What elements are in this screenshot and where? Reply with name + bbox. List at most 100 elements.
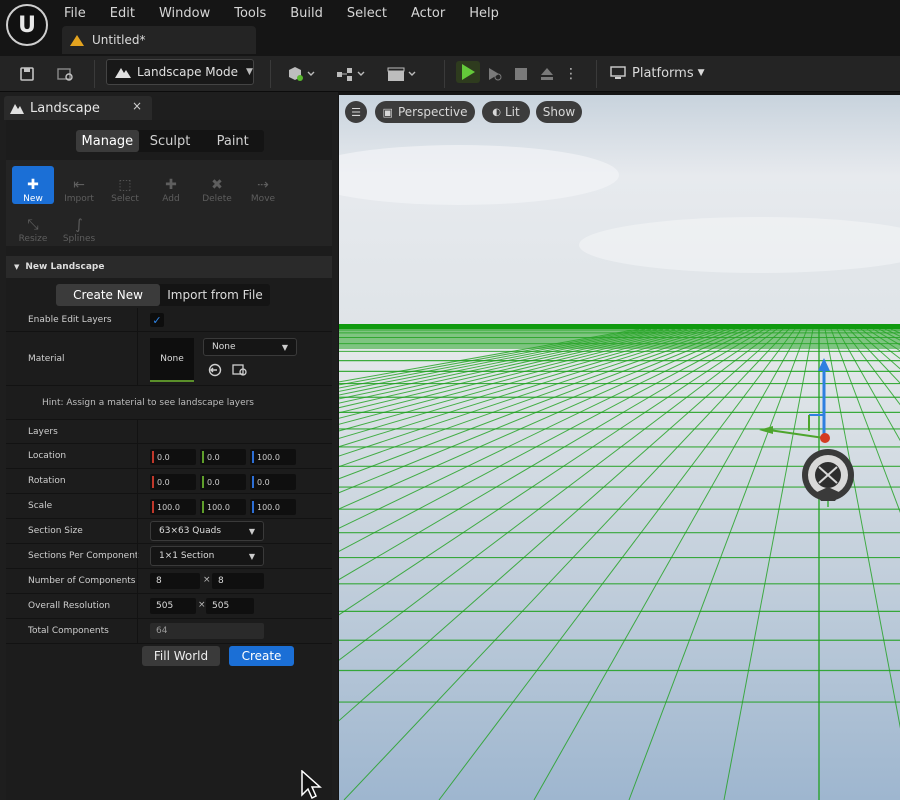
sections-per-component-dropdown[interactable]: 1×1 Section ▼ bbox=[150, 546, 264, 566]
tab-import-from-file[interactable]: Import from File bbox=[160, 284, 270, 306]
material-dropdown[interactable]: None ▼ bbox=[203, 338, 297, 356]
select-icon: ⬚ bbox=[118, 177, 132, 193]
material-thumbnail[interactable]: None bbox=[150, 338, 194, 382]
tool-label: Resize bbox=[18, 234, 48, 244]
menu-window[interactable]: Window bbox=[147, 4, 222, 24]
section-size-dropdown[interactable]: 63×63 Quads ▼ bbox=[150, 521, 264, 541]
times-sign: × bbox=[203, 575, 211, 585]
play-options-icon[interactable]: ⋮ bbox=[564, 62, 578, 86]
row-layers: Layers bbox=[6, 420, 332, 444]
section-size-value: 63×63 Quads bbox=[159, 526, 222, 536]
lit-label: Lit bbox=[505, 105, 520, 119]
tab-paint[interactable]: Paint bbox=[201, 130, 264, 152]
section-title: New Landscape bbox=[25, 262, 105, 272]
eject-icon[interactable] bbox=[538, 62, 556, 86]
rotation-z-field[interactable]: 0.0 bbox=[250, 474, 296, 490]
play-button[interactable] bbox=[456, 61, 480, 83]
menu-select[interactable]: Select bbox=[335, 4, 399, 24]
row-hint: Hint: Assign a material to see landscape… bbox=[6, 386, 332, 420]
mode-selector[interactable]: Landscape Mode ▼ bbox=[106, 59, 254, 85]
platforms-label: Platforms bbox=[632, 65, 694, 81]
tool-select[interactable]: ⬚ Select bbox=[104, 166, 146, 204]
menu-edit[interactable]: Edit bbox=[98, 4, 147, 24]
tool-import[interactable]: ⇤ Import bbox=[58, 166, 100, 204]
tab-manage[interactable]: Manage bbox=[76, 130, 139, 152]
scale-z-field[interactable]: 100.0 bbox=[250, 499, 296, 515]
tool-label: Splines bbox=[62, 234, 96, 244]
location-y-field[interactable]: 0.0 bbox=[200, 449, 246, 465]
viewport-scene bbox=[339, 95, 900, 800]
scale-x-field[interactable]: 100.0 bbox=[150, 499, 196, 515]
use-selected-icon[interactable] bbox=[208, 362, 222, 377]
fill-world-button[interactable]: Fill World bbox=[142, 646, 220, 666]
sections-per-component-label: Sections Per Component bbox=[28, 551, 139, 561]
row-divider bbox=[137, 332, 138, 385]
tool-add[interactable]: ✚ Add bbox=[150, 166, 192, 204]
components-y-field[interactable]: 8 bbox=[212, 573, 264, 589]
enable-edit-layers-checkbox[interactable]: ✓ bbox=[150, 313, 164, 327]
scale-y-field[interactable]: 100.0 bbox=[200, 499, 246, 515]
menu-tools[interactable]: Tools bbox=[222, 4, 278, 24]
components-x-field[interactable]: 8 bbox=[150, 573, 200, 589]
perspective-button[interactable]: ▣ Perspective bbox=[375, 101, 475, 123]
menu-help[interactable]: Help bbox=[457, 4, 511, 24]
save-icon[interactable] bbox=[16, 62, 38, 86]
level-viewport[interactable]: ☰ ▣ Perspective ◐ Lit Show bbox=[339, 95, 900, 800]
add-actor-icon[interactable] bbox=[284, 62, 320, 86]
chevron-down-icon: ▼ bbox=[248, 551, 255, 561]
platforms-button[interactable]: Platforms ▼ bbox=[610, 62, 705, 84]
stop-icon[interactable] bbox=[512, 62, 530, 86]
panel-tab-landscape[interactable]: Landscape × bbox=[4, 96, 152, 120]
menu-file[interactable]: File bbox=[52, 4, 98, 24]
resolution-y-field[interactable]: 505 bbox=[206, 598, 254, 614]
mountain-icon bbox=[115, 68, 131, 78]
rotation-x-field[interactable]: 0.0 bbox=[150, 474, 196, 490]
horizon-line bbox=[339, 324, 900, 329]
create-button[interactable]: Create bbox=[229, 646, 294, 666]
toolbar-separator bbox=[270, 60, 271, 88]
row-divider bbox=[137, 569, 138, 593]
lit-button[interactable]: ◐ Lit bbox=[482, 101, 530, 123]
tool-splines[interactable]: ∫ Splines bbox=[58, 206, 100, 244]
close-icon[interactable]: × bbox=[132, 99, 142, 113]
blueprint-icon[interactable] bbox=[334, 62, 370, 86]
unreal-logo: U bbox=[6, 4, 48, 46]
section-size-label: Section Size bbox=[28, 526, 83, 536]
total-components-value: 64 bbox=[150, 623, 264, 639]
landscape-panel: Landscape × Manage Sculpt Paint ✚ New ⇤ Im… bbox=[0, 92, 338, 800]
menu-actor[interactable]: Actor bbox=[399, 4, 457, 24]
advance-frame-icon[interactable] bbox=[484, 62, 506, 86]
tab-sculpt[interactable]: Sculpt bbox=[139, 130, 202, 152]
menu-build[interactable]: Build bbox=[278, 4, 335, 24]
viewport-options-icon[interactable]: ☰ bbox=[345, 101, 367, 123]
location-label: Location bbox=[28, 451, 67, 461]
row-divider bbox=[137, 519, 138, 543]
section-header-new-landscape[interactable]: ▼ New Landscape bbox=[6, 256, 332, 278]
tool-resize[interactable]: ⤡ Resize bbox=[12, 206, 54, 244]
chevron-down-icon: ▼ bbox=[245, 67, 253, 77]
location-z-field[interactable]: 100.0 bbox=[250, 449, 296, 465]
sections-per-component-value: 1×1 Section bbox=[159, 551, 215, 561]
tool-delete[interactable]: ✖ Delete bbox=[196, 166, 238, 204]
browse-icon[interactable] bbox=[232, 362, 248, 376]
rotation-y-field[interactable]: 0.0 bbox=[200, 474, 246, 490]
content-browser-icon[interactable] bbox=[54, 62, 78, 86]
tool-new[interactable]: ✚ New bbox=[12, 166, 54, 204]
toolbar-separator bbox=[94, 60, 95, 88]
show-button[interactable]: Show bbox=[536, 101, 582, 123]
location-x-field[interactable]: 0.0 bbox=[150, 449, 196, 465]
tab-create-new[interactable]: Create New bbox=[56, 284, 160, 306]
resolution-x-field[interactable]: 505 bbox=[150, 598, 196, 614]
times-sign: × bbox=[198, 600, 206, 610]
create-mode-tabs: Create New Import from File bbox=[56, 284, 270, 306]
document-tab[interactable]: Untitled* bbox=[62, 26, 256, 54]
splines-icon: ∫ bbox=[75, 217, 83, 233]
tool-label: Move bbox=[250, 194, 276, 204]
row-divider bbox=[137, 308, 138, 331]
toolbar-separator bbox=[596, 60, 597, 88]
cinematics-icon[interactable] bbox=[386, 62, 420, 86]
cube-icon: ▣ bbox=[382, 105, 393, 119]
row-enable-edit-layers: Enable Edit Layers bbox=[6, 308, 332, 332]
tool-move[interactable]: ⇢ Move bbox=[242, 166, 284, 204]
number-of-components-label: Number of Components bbox=[28, 576, 136, 586]
